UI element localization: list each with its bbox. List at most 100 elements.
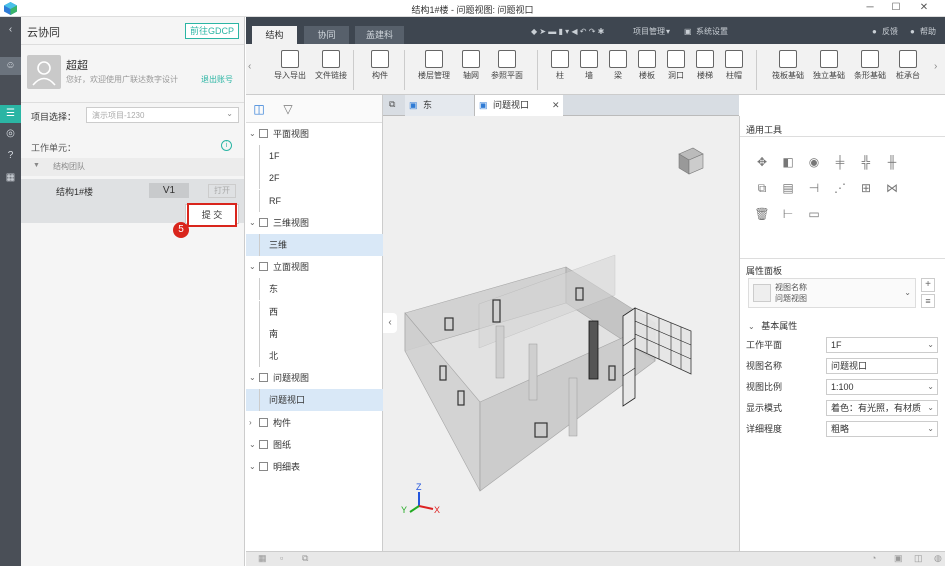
measure-icon[interactable]: ▭: [806, 206, 822, 222]
tree-item[interactable]: 东: [246, 278, 383, 301]
strip-foundation-button[interactable]: 条形基础: [850, 50, 890, 81]
team-row[interactable]: ▼ 结构团队: [21, 158, 244, 176]
copy-icon[interactable]: ⧉: [754, 180, 770, 196]
tree-item[interactable]: 问题视口: [246, 389, 383, 412]
grid-icon[interactable]: ▦: [0, 169, 21, 187]
extend-icon[interactable]: ⊣: [806, 180, 822, 196]
tree-item[interactable]: 三维: [246, 234, 383, 256]
tree-group[interactable]: ⌄ 三维视图: [246, 212, 383, 234]
scroll-right-icon[interactable]: ›: [934, 61, 937, 72]
tab-structure[interactable]: 结构: [252, 26, 297, 44]
slab-button[interactable]: 楼板: [633, 50, 661, 81]
restore-icon[interactable]: ⧉: [389, 99, 395, 110]
file-link-button[interactable]: 文件链接: [313, 50, 349, 81]
view-cube-icon[interactable]: [678, 147, 704, 175]
reference-plane-button[interactable]: 参照平面: [489, 50, 525, 81]
tree-group[interactable]: ⌄ 平面视图: [246, 123, 383, 145]
tab-collaborate[interactable]: 协同: [304, 26, 349, 44]
list-icon[interactable]: ☰: [0, 105, 21, 123]
tree-item[interactable]: RF: [246, 189, 383, 212]
info-icon[interactable]: i: [221, 140, 232, 151]
basic-properties-section[interactable]: ⌄ 基本属性: [748, 319, 797, 332]
expand-toggle-icon[interactable]: ⌄: [249, 256, 256, 278]
tree-item[interactable]: 西: [246, 300, 383, 323]
mirror-icon[interactable]: ⋈: [884, 180, 900, 196]
tree-group[interactable]: ⌄ 问题视图: [246, 367, 383, 389]
tab-east[interactable]: ▣ 东: [405, 95, 475, 116]
filter-icon[interactable]: ▽: [280, 101, 296, 117]
panel-toggle-icon[interactable]: ◫: [251, 101, 267, 117]
group-icon[interactable]: ⊞: [858, 180, 874, 196]
property-select[interactable]: 着色：有光照，有材质 ⌄: [826, 400, 938, 416]
tree-group[interactable]: ⌄ 图纸: [246, 434, 383, 456]
tree-group[interactable]: ⌄ 立面视图: [246, 256, 383, 278]
align-icon[interactable]: ◉: [806, 154, 822, 170]
close-tab-icon[interactable]: ✕: [552, 95, 560, 116]
floor-management-button[interactable]: 楼层管理: [416, 50, 452, 81]
tree-group[interactable]: › 构件: [246, 412, 383, 434]
wall-button[interactable]: 墙: [575, 50, 603, 81]
delete-icon[interactable]: 🗑: [754, 206, 770, 222]
display-icon[interactable]: ▣: [894, 553, 903, 564]
property-select[interactable]: 1:100 ⌄: [826, 379, 938, 395]
close-button[interactable]: ✕: [914, 1, 934, 15]
snap-icon[interactable]: ▫: [280, 553, 283, 563]
expand-toggle-icon[interactable]: ›: [249, 412, 252, 434]
column-cap-button[interactable]: 柱帽: [720, 50, 748, 81]
help-link[interactable]: 帮助: [920, 25, 936, 39]
expand-toggle-icon[interactable]: ⌄: [249, 123, 256, 145]
minimize-button[interactable]: ─: [860, 1, 880, 15]
compass-icon[interactable]: ◎: [0, 125, 21, 143]
quick-access-icons[interactable]: ◆ ➤ ▬ ▮ ▾ ◀ ↶ ↷ ✱: [531, 25, 604, 39]
open-button[interactable]: 打开: [208, 184, 236, 198]
system-settings-menu[interactable]: 系统设置: [696, 25, 728, 39]
submit-button[interactable]: 提 交: [187, 203, 237, 227]
maximize-button[interactable]: ☐: [886, 1, 906, 15]
expand-toggle-icon[interactable]: ⌄: [249, 367, 256, 389]
logout-link[interactable]: 退出账号: [201, 74, 233, 85]
expand-toggle-icon[interactable]: ⌄: [249, 212, 256, 234]
tree-item[interactable]: 2F: [246, 167, 383, 190]
help-icon[interactable]: ?: [0, 147, 21, 165]
pile-cap-button[interactable]: 桩承台: [890, 50, 926, 81]
raft-foundation-button[interactable]: 筏板基础: [768, 50, 808, 81]
split-icon[interactable]: ╬: [858, 154, 874, 170]
expand-toggle-icon[interactable]: ⌄: [249, 434, 256, 456]
collapse-left-icon[interactable]: ‹: [0, 21, 21, 39]
light-icon[interactable]: ◔: [871, 553, 876, 563]
edit-type-icon[interactable]: ≡: [921, 294, 935, 308]
user-icon[interactable]: ☺: [0, 57, 21, 75]
tab-issue-viewport[interactable]: ▣ 问题视口 ✕: [475, 95, 563, 116]
import-export-button[interactable]: 导入导出: [272, 50, 308, 81]
layout-grid-icon[interactable]: ▦: [258, 553, 267, 564]
beam-button[interactable]: 梁: [604, 50, 632, 81]
axis-grid-button[interactable]: 轴网: [457, 50, 485, 81]
collapse-panel-icon[interactable]: ‹: [383, 313, 397, 333]
project-select[interactable]: 演示项目-1230 ⌄: [86, 107, 239, 123]
tree-item[interactable]: 1F: [246, 145, 383, 168]
workspace-icon[interactable]: ⧉: [302, 553, 308, 564]
column-button[interactable]: 柱: [546, 50, 574, 81]
3d-viewport[interactable]: ‹ Z X Y: [383, 116, 739, 551]
property-select[interactable]: 1F ⌄: [826, 337, 938, 353]
move-icon[interactable]: ✥: [754, 154, 770, 170]
tree-item[interactable]: 南: [246, 322, 383, 345]
array-icon[interactable]: ▤: [780, 180, 796, 196]
scale-icon[interactable]: ⋰: [832, 180, 848, 196]
view-type-selector[interactable]: 视图名称 问题视图 ⌄: [748, 278, 916, 308]
rotate-icon[interactable]: ◧: [780, 154, 796, 170]
tree-group[interactable]: ⌄ 明细表: [246, 456, 383, 478]
pin-icon[interactable]: ⊢: [780, 206, 796, 222]
add-icon[interactable]: +: [921, 278, 935, 292]
expand-toggle-icon[interactable]: ⌄: [249, 456, 256, 478]
opening-button[interactable]: 洞口: [662, 50, 690, 81]
offset-icon[interactable]: ╪: [832, 154, 848, 170]
component-button[interactable]: 构件: [366, 50, 394, 81]
view-icon[interactable]: ◫: [914, 553, 923, 564]
property-select[interactable]: 粗略 ⌄: [826, 421, 938, 437]
tree-item[interactable]: 北: [246, 345, 383, 367]
tab-gaijianke[interactable]: 盖建科: [355, 26, 404, 44]
gdcp-button[interactable]: 前往GDCP: [185, 23, 239, 39]
property-input[interactable]: 问题视口: [826, 358, 938, 374]
project-management-menu[interactable]: 项目管理: [633, 25, 665, 39]
